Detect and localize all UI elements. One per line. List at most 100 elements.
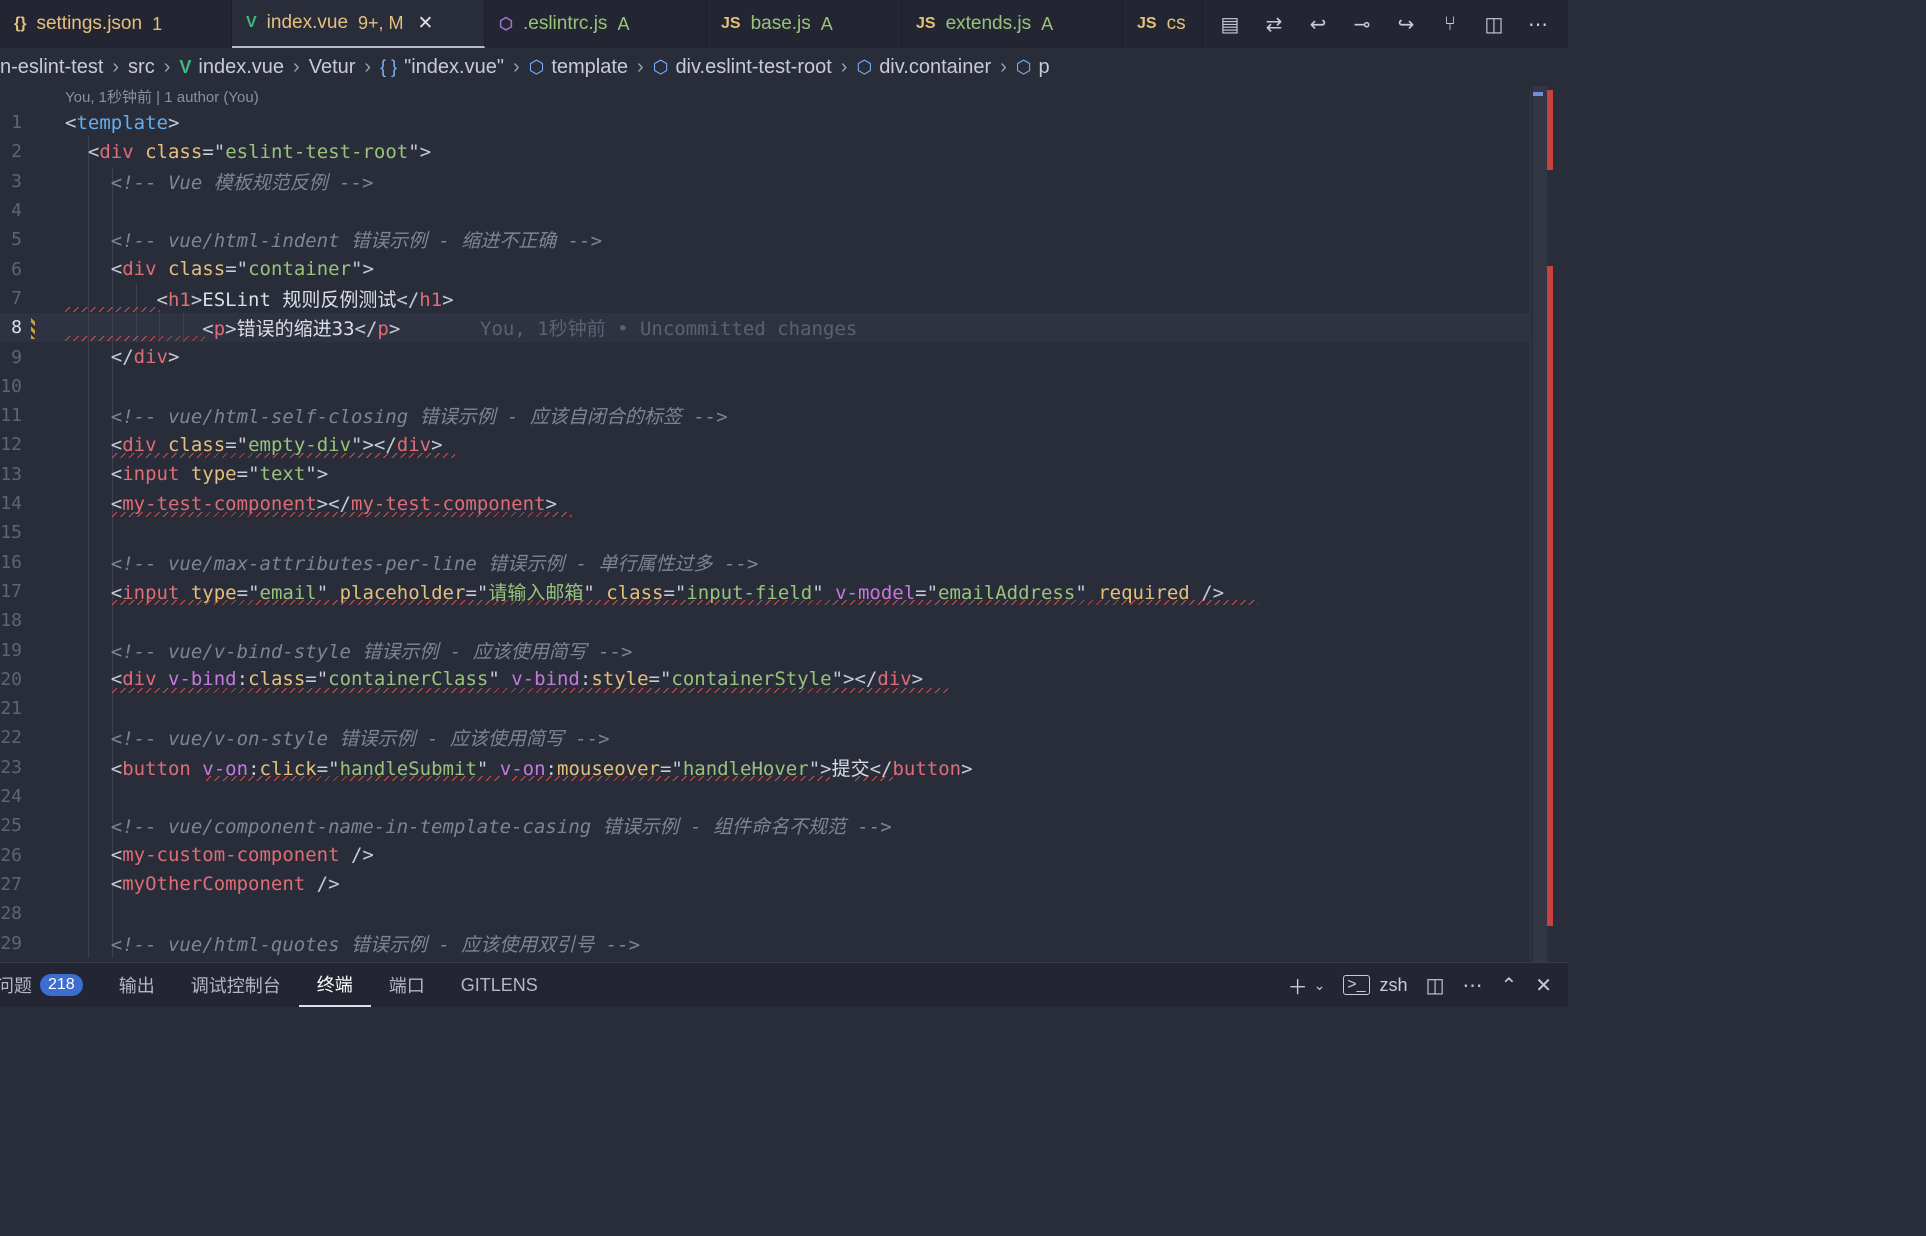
ruler-error-mark [1547,266,1553,926]
error-squiggle [206,775,501,781]
code-line[interactable]: 10 [0,371,1530,401]
code-text: <!-- vue/html-indent 错误示例 - 缩进不正确 --> [65,226,602,253]
go-back-icon[interactable]: ↩ [1306,12,1330,37]
code-line[interactable]: 9 </div> [0,342,1530,372]
commit-icon[interactable]: ⊸ [1350,12,1374,37]
panel-tab[interactable]: 终端 [298,963,371,1007]
file-type-icon: {} [14,15,27,32]
code-line[interactable]: 3 <!-- Vue 模板规范反例 --> [0,166,1530,196]
code-line[interactable]: 24 [0,781,1530,812]
code-line[interactable]: 28 [0,899,1530,929]
tab--eslintrc-js[interactable]: ⬡ .eslintrc.js A [485,0,707,48]
tab-cs[interactable]: JS cs [1123,0,1203,48]
code-line[interactable]: 26 <my-custom-component /> [0,840,1530,870]
close-panel-icon[interactable]: ✕ [1535,973,1552,998]
code-token: "> [305,463,329,486]
indent-guide [112,606,113,636]
error-squiggle [112,687,948,693]
code-token: class [167,258,226,281]
breadcrumb-item[interactable]: ⬡ p [1016,56,1050,79]
code-line[interactable]: 18 [0,606,1530,636]
tab-base-js[interactable]: JS base.js A [707,0,902,48]
panel-tab-label: 输出 [118,976,155,996]
breadcrumb-item[interactable]: ⬡ div.container [856,56,991,79]
code-token: > [442,288,454,311]
line-number: 13 [0,463,22,485]
breadcrumb-item[interactable]: src [128,56,155,79]
breadcrumb-item[interactable]: n-eslint-test [0,56,103,79]
code-editor[interactable]: 1 <template> 2 <div class="eslint-test-roo… [0,108,1530,960]
code-text: <!-- vue/v-bind-style 错误示例 - 应该使用简写 --> [65,637,633,664]
split-terminal-icon[interactable]: ◫ [1426,973,1445,998]
close-icon[interactable]: ✕ [418,12,434,35]
tab-extends-js[interactable]: JS extends.js A [902,0,1123,48]
breadcrumb-item[interactable]: Vetur [309,56,356,79]
compare-icon[interactable]: ⇄ [1262,12,1286,37]
tab-status: A [1041,13,1054,34]
line-number: 3 [11,170,22,192]
go-forward-icon[interactable]: ↪ [1394,12,1418,37]
code-line[interactable]: 29 <!-- vue/html-quotes 错误示例 - 应该使用双引号 -… [0,928,1530,958]
chevron-right-icon: › [364,55,372,78]
indent-guide [88,899,89,929]
git-change-marker [31,317,35,340]
breadcrumb-item[interactable]: Vindex.vue [179,56,284,79]
code-text: <input type="text"> [65,463,328,485]
code-token: <!-- vue/component-name-in-template-casi… [65,816,892,839]
layout-icon[interactable]: ▤ [1218,12,1242,37]
panel-tab[interactable]: 问题 218 [0,963,101,1007]
panel-tab[interactable]: 调试控制台 [173,963,299,1007]
chevron-right-icon: › [637,55,644,78]
code-line[interactable]: 11 <!-- vue/html-self-closing 错误示例 - 应该自… [0,401,1530,431]
line-number: 19 [0,639,22,661]
breadcrumb-item[interactable]: { } "index.vue" [380,56,504,79]
panel-tab[interactable]: 端口 [371,963,443,1007]
code-line[interactable]: 16 <!-- vue/max-attributes-per-line 错误示例… [0,547,1530,577]
terminal-icon[interactable]: >_ [1343,975,1370,995]
indent-guide [112,195,113,226]
error-squiggle [112,453,455,459]
panel-tab[interactable]: GITLENS [443,963,556,1007]
code-line[interactable]: 19 <!-- vue/v-bind-style 错误示例 - 应该使用简写 -… [0,635,1530,665]
code-token: < [65,844,123,867]
code-line[interactable]: 27 <myOtherComponent /> [0,869,1530,900]
panel-tab[interactable]: 输出 [101,963,173,1007]
terminal-name[interactable]: zsh [1380,975,1408,996]
new-terminal-icon[interactable]: ＋ [1288,971,1308,1000]
element-cube-icon: ⬡ [652,56,669,77]
more-icon[interactable]: ⋯ [1462,973,1482,998]
code-line[interactable]: 7 <h1>ESLint 规则反例测试</h1> [0,283,1530,314]
more-icon[interactable]: ⋯ [1526,12,1550,37]
code-token: < [65,463,123,486]
code-line[interactable]: 15 [0,518,1530,548]
line-number: 25 [0,815,22,837]
code-token: > [388,318,401,341]
chevron-down-icon[interactable]: ⌄ [1314,977,1326,994]
split-editor-icon[interactable]: ◫ [1482,12,1506,37]
code-line[interactable]: 1 <template> [0,108,1530,137]
breadcrumb-item[interactable]: ⬡ template [529,56,628,79]
code-line[interactable]: 25 <!-- vue/component-name-in-template-c… [0,811,1530,841]
tab-settings-json[interactable]: {} settings.json 1 [0,0,232,48]
scrollbar-slider[interactable] [1533,86,1547,962]
blame-header[interactable]: You, 1秒钟前 | 1 author (You) [65,86,259,107]
code-line[interactable]: 6 <div class="container"> [0,254,1530,284]
line-number: 6 [11,258,22,280]
code-line[interactable]: 8 <p>错误的缩进33</p> You, 1秒钟前 • Uncommitted … [0,313,1530,343]
code-line[interactable]: 4 [0,195,1530,226]
code-line[interactable]: 5 <!-- vue/html-indent 错误示例 - 缩进不正确 --> [0,225,1530,255]
overview-ruler-scrollbar[interactable] [1530,86,1569,962]
code-line[interactable]: 22 <!-- vue/v-on-style 错误示例 - 应该使用简写 --> [0,723,1530,753]
tab-index-vue[interactable]: Vindex.vue 9+, M ✕ [232,0,485,48]
code-token: button [892,757,962,780]
code-line[interactable]: 2 <div class="eslint-test-root"> [0,137,1530,167]
line-number: 8 [11,317,22,339]
tab-status: A [617,13,630,34]
maximize-panel-icon[interactable]: ⌃ [1500,973,1517,998]
code-line[interactable]: 21 [0,694,1530,724]
indent-guide [112,371,113,401]
code-line[interactable]: 13 <input type="text"> [0,459,1530,489]
git-graph-icon[interactable]: ⑂ [1438,13,1462,36]
breadcrumb-item[interactable]: ⬡ div.eslint-test-root [653,56,832,79]
